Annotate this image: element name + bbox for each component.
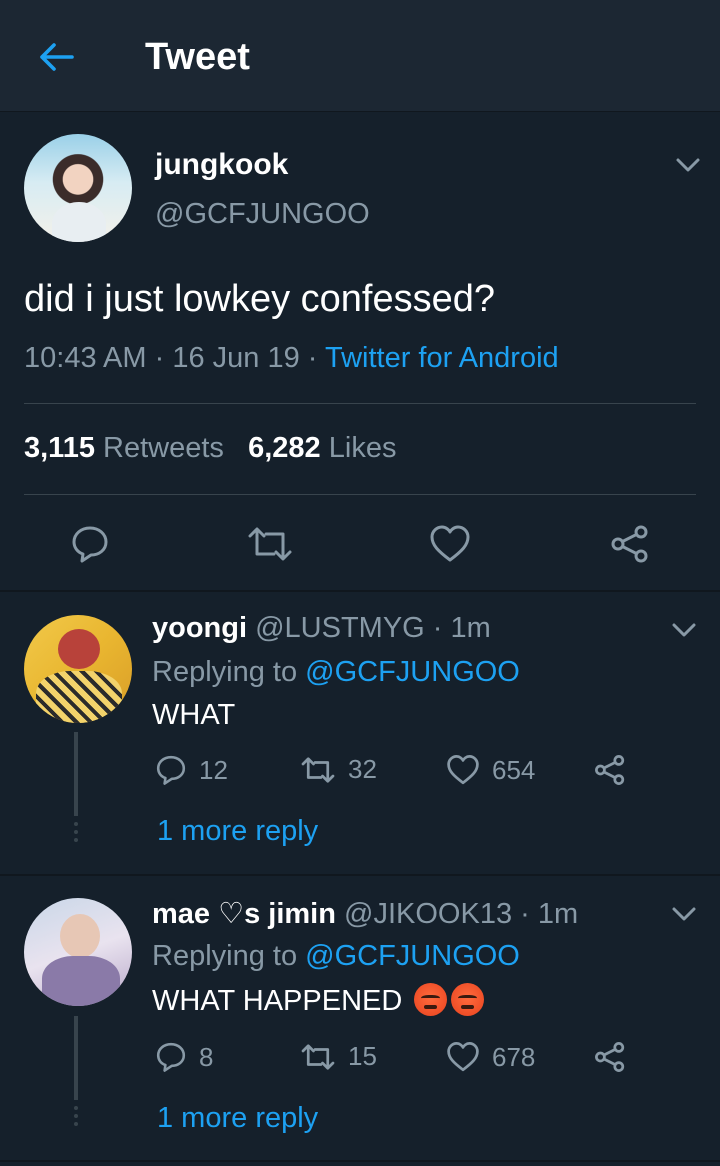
heart-icon [447,1042,479,1072]
reply-button[interactable]: 8 [155,1041,213,1073]
angry-face-emoji-icon [414,983,448,1016]
reply-button[interactable] [64,518,116,570]
retweet-icon [248,527,292,561]
replying-to-link[interactable]: @GCFJUNGOO [305,656,520,688]
chevron-down-icon[interactable] [671,905,697,923]
reply-text-row: WHAT HAPPENED [152,983,485,1018]
retweet-icon [301,1043,335,1070]
divider [24,494,696,495]
heart-icon [430,525,470,562]
like-button[interactable] [424,518,476,570]
likes-count: 6,282 [248,432,321,464]
thread-dots [72,1106,80,1130]
separator-dot: · [512,898,538,930]
retweet-button[interactable]: 15 [300,1041,377,1072]
replying-to-label: Replying to [152,940,298,972]
retweet-icon [301,756,335,783]
thread-dots [72,822,80,846]
page-title: Tweet [145,36,250,78]
reply-count: 8 [199,1041,214,1072]
like-count: 678 [492,1041,536,1072]
reply-text: WHAT HAPPENED [152,985,403,1017]
share-button[interactable] [604,518,656,570]
share-button[interactable] [594,754,638,786]
retweet-button[interactable] [244,518,296,570]
more-replies-link[interactable]: 1 more reply [157,1102,318,1135]
divider [0,874,720,876]
app-header: Tweet [0,0,720,112]
tweet-time: 10:43 AM [24,342,147,374]
reply-time: 1m [450,612,491,644]
likes-label: Likes [328,432,397,464]
reply-author-name[interactable]: yoongi [152,612,247,644]
comment-icon [156,1042,186,1072]
tweet-text: did i just lowkey confessed? [24,278,496,320]
reply-count: 12 [199,754,228,785]
retweet-button[interactable]: 32 [300,754,377,785]
author-handle[interactable]: @GCFJUNGOO [155,198,370,231]
tweet-meta: 10:43 AM · 16 Jun 19 · Twitter for Andro… [24,342,559,375]
comment-icon [156,755,186,785]
reply-header: mae ♡s jimin @JIKOOK13 · 1m [152,896,578,931]
retweet-count: 32 [348,754,377,784]
reply-header: yoongi @LUSTMYG · 1m [152,612,491,645]
share-icon [611,525,648,563]
heart-icon [447,755,479,785]
share-button[interactable] [594,1041,638,1073]
replying-to-label: Replying to [152,656,298,688]
avatar[interactable] [24,615,132,723]
retweet-count: 15 [348,1041,377,1071]
reply-author-handle[interactable]: @JIKOOK13 [344,898,512,930]
retweets-count: 3,115 [24,432,95,464]
divider [24,403,696,404]
arrow-left-icon [40,43,74,71]
avatar[interactable] [24,134,132,242]
chevron-down-icon[interactable] [671,621,697,639]
like-button[interactable]: 678 [446,1041,535,1073]
reply-author-handle[interactable]: @LUSTMYG [255,612,425,644]
replying-to-link[interactable]: @GCFJUNGOO [305,940,520,972]
separator-dot: · [424,612,451,644]
avatar[interactable] [24,898,132,1006]
thread-line [74,732,78,816]
more-replies-link[interactable]: 1 more reply [157,815,318,848]
reply-time: 1m [537,898,579,930]
separator-dot: · [299,342,325,374]
reply-button[interactable]: 12 [155,754,228,786]
like-button[interactable]: 654 [446,754,535,786]
back-button[interactable] [30,34,82,80]
author-name[interactable]: jungkook [155,148,288,182]
divider [0,1160,720,1162]
tweet-source-link[interactable]: Twitter for Android [325,342,559,374]
replying-to: Replying to @GCFJUNGOO [152,940,520,973]
share-icon [595,1042,625,1072]
separator-dot: · [146,342,173,374]
reply-text: WHAT [152,699,236,731]
comment-icon [72,526,108,563]
divider [0,590,720,592]
reply-author-name[interactable]: mae ♡s jimin [152,898,336,930]
share-icon [595,755,625,785]
angry-face-emoji-icon [451,983,485,1016]
likes-stat[interactable]: 6,282 Likes [248,432,396,464]
like-count: 654 [492,754,536,785]
retweets-label: Retweets [103,432,224,464]
tweet-stats: 3,115 Retweets 6,282 Likes [24,432,396,465]
retweets-stat[interactable]: 3,115 Retweets [24,432,224,464]
tweet-date: 16 Jun 19 [172,342,300,374]
thread-line [74,1016,78,1100]
chevron-down-icon[interactable] [675,156,701,174]
replying-to: Replying to @GCFJUNGOO [152,656,520,689]
